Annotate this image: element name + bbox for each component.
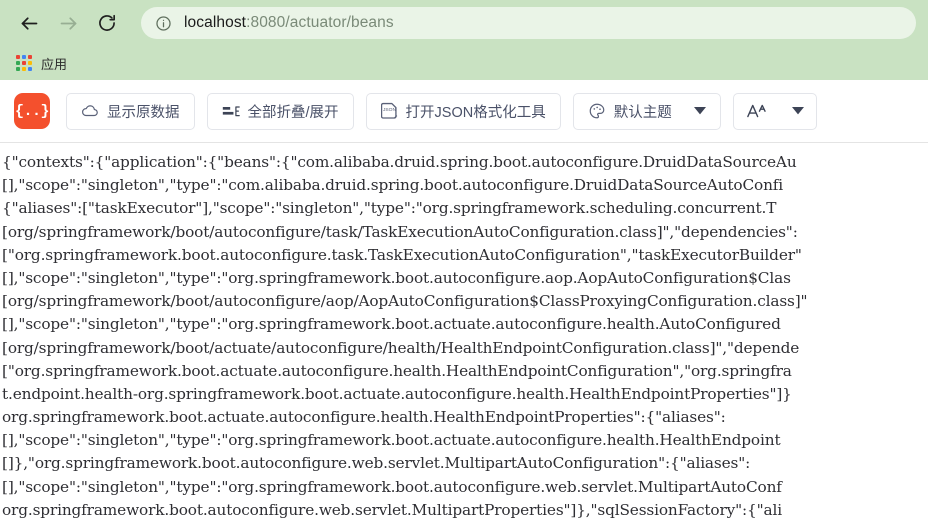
json-line: [org/springframework/boot/autoconfigure/… <box>2 222 798 241</box>
jsonview-toolbar: {..} 显示原数据 全部折叠/展开 JSON 打开JSON格式化工具 默认主题 <box>0 80 928 143</box>
bookmarks-bar: 应用 <box>0 46 928 80</box>
arrow-right-icon <box>58 13 79 34</box>
address-bar[interactable]: localhost:8080/actuator/beans <box>141 7 916 39</box>
show-raw-data-label: 显示原数据 <box>107 104 180 121</box>
info-circle-icon[interactable] <box>155 15 172 32</box>
browser-nav-row: localhost:8080/actuator/beans <box>0 0 928 46</box>
json-line: org.springframework.boot.autoconfigure.w… <box>2 500 782 519</box>
theme-select[interactable]: 默认主题 <box>572 92 721 130</box>
apps-grid-icon[interactable] <box>16 55 32 71</box>
show-raw-data-button[interactable]: 显示原数据 <box>66 92 195 130</box>
json-line: {"aliases":["taskExecutor"],"scope":"sin… <box>2 199 777 218</box>
page-content: {..} 显示原数据 全部折叠/展开 JSON 打开JSON格式化工具 默认主题… <box>0 80 928 528</box>
json-line: org.springframework.boot.actuate.autocon… <box>2 408 726 427</box>
json-line: []},"org.springframework.boot.autoconfig… <box>2 454 751 473</box>
json-document-icon: JSON <box>380 102 398 121</box>
json-line: {"contexts":{"application":{"beans":{"co… <box>2 153 797 171</box>
open-json-formatter-label: 打开JSON格式化工具 <box>405 104 546 121</box>
open-json-formatter-button[interactable]: JSON 打开JSON格式化工具 <box>365 92 561 130</box>
json-line: [],"scope":"singleton","type":"com.aliba… <box>2 176 784 195</box>
json-line: ["org.springframework.boot.autoconfigure… <box>2 245 802 264</box>
font-size-select[interactable] <box>732 92 817 130</box>
bookmark-item-apps[interactable]: 应用 <box>41 54 67 73</box>
collapse-expand-all-button[interactable]: 全部折叠/展开 <box>206 92 354 130</box>
cloud-icon <box>81 102 99 120</box>
json-line: ["org.springframework.boot.actuate.autoc… <box>2 361 792 380</box>
json-line: [org/springframework/boot/autoconfigure/… <box>2 292 808 311</box>
collapse-expand-icon <box>222 104 240 119</box>
url-host: localhost <box>184 14 247 31</box>
browser-chrome: localhost:8080/actuator/beans 应用 <box>0 0 928 80</box>
reload-icon <box>97 13 117 33</box>
forward-button[interactable] <box>51 6 85 40</box>
json-content-area[interactable]: {"contexts":{"application":{"beans":{"co… <box>0 143 928 527</box>
json-line: [],"scope":"singleton","type":"org.sprin… <box>2 268 791 287</box>
json-logo: {..} <box>14 93 50 129</box>
json-line: [],"scope":"singleton","type":"org.sprin… <box>2 477 782 496</box>
reload-button[interactable] <box>90 6 124 40</box>
theme-select-label: 默认主题 <box>613 104 672 121</box>
arrow-left-icon <box>19 13 40 34</box>
json-line: [org/springframework/boot/actuate/autoco… <box>2 338 800 357</box>
collapse-expand-all-label: 全部折叠/展开 <box>247 104 339 121</box>
address-bar-text: localhost:8080/actuator/beans <box>184 14 394 32</box>
chevron-down-icon <box>693 107 706 115</box>
json-line: [],"scope":"singleton","type":"org.sprin… <box>2 431 781 450</box>
url-path: :8080/actuator/beans <box>246 14 394 31</box>
json-line: [],"scope":"singleton","type":"org.sprin… <box>2 315 781 334</box>
font-size-icon <box>746 102 770 120</box>
chevron-down-icon <box>791 107 804 115</box>
json-line: t.endpoint.health-org.springframework.bo… <box>2 384 792 403</box>
palette-icon <box>588 102 606 120</box>
back-button[interactable] <box>12 6 46 40</box>
svg-text:JSON: JSON <box>382 107 396 113</box>
json-line: [],"scope":"singleton","type":"org.apach… <box>2 522 926 527</box>
